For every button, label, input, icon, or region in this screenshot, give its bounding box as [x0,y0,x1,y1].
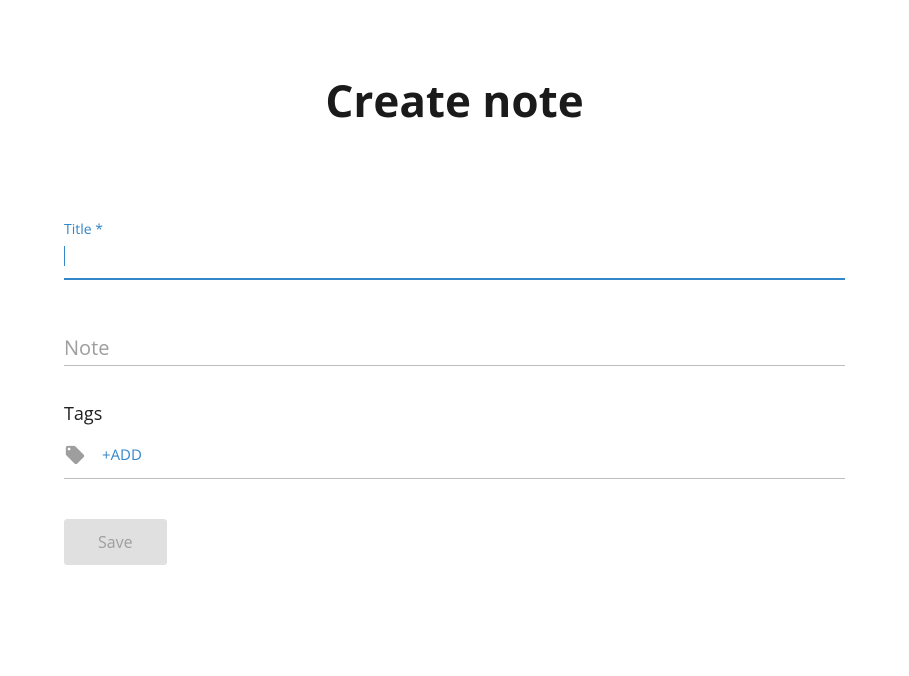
tags-section: Tags +ADD [64,402,845,479]
note-field-group: Note [64,326,845,366]
text-cursor [64,246,65,266]
tags-label: Tags [64,402,845,426]
save-button[interactable]: Save [64,519,167,565]
add-tag-button[interactable]: +ADD [102,445,142,465]
tag-icon [64,444,86,466]
title-label: Title * [64,220,845,239]
note-input[interactable] [64,326,845,366]
page-title: Create note [64,70,845,130]
title-input[interactable] [64,245,845,280]
title-field-group: Title * [64,220,845,280]
tags-row: +ADD [64,444,845,479]
